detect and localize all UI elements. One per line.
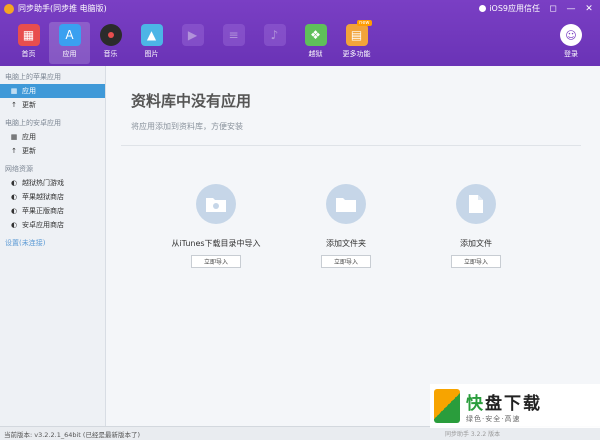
store-icon: ◐ bbox=[10, 221, 18, 229]
nav-pictures-label: 图片 bbox=[144, 50, 159, 58]
nav-apps-label: 应用 bbox=[62, 50, 77, 58]
file-icon bbox=[456, 184, 496, 224]
watermark-text: 快盘下载 绿色·安全·高速 bbox=[466, 389, 542, 424]
itunes-folder-icon bbox=[196, 184, 236, 224]
page-subtitle: 将应用添加到资料库，方便安装 bbox=[131, 122, 243, 131]
window-title: 同步助手(同步推 电脑版) bbox=[4, 3, 107, 14]
sidebar-item-android-apps[interactable]: ▦ 应用 bbox=[0, 130, 105, 144]
add-file-action: 添加文件 立即导入 bbox=[416, 184, 536, 268]
ios9-trust-link[interactable]: iOS9应用信任 bbox=[479, 3, 540, 14]
watermark-sub: 绿色·安全·高速 bbox=[466, 414, 521, 423]
version-text: 当前版本: v3.2.2.1_64bit (已经是最新版本了) bbox=[4, 430, 140, 439]
add-folder-action: 添加文件夹 立即导入 bbox=[286, 184, 406, 268]
sidebar-section-pc-apple: 电脑上的苹果应用 bbox=[5, 73, 61, 81]
login-label: 登录 bbox=[564, 50, 578, 58]
info-icon bbox=[479, 5, 487, 12]
nav-jailbreak[interactable]: ❖ 越狱 bbox=[295, 22, 336, 64]
status-bar: 当前版本: v3.2.2.1_64bit (已经是最新版本了) 同步助手 3.2… bbox=[0, 426, 600, 440]
login-button[interactable]: ☺ 登录 bbox=[560, 24, 582, 59]
sidebar-item-label: 安卓应用商店 bbox=[22, 221, 64, 229]
sidebar-item-label: 苹果越狱商店 bbox=[22, 193, 64, 201]
nav-home[interactable]: ▦ 首页 bbox=[8, 22, 49, 64]
status-center-text: 同步助手 3.2.2 版本 bbox=[445, 431, 501, 438]
nav-more[interactable]: ▤ new 更多功能 bbox=[336, 20, 377, 64]
sidebar-item-android-updates[interactable]: ↑ 更新 bbox=[0, 144, 105, 158]
nav-ringtones[interactable]: ♪ bbox=[254, 22, 295, 64]
divider bbox=[121, 145, 581, 146]
ringtone-icon: ♪ bbox=[263, 24, 286, 46]
nav-more-label: 更多功能 bbox=[342, 50, 371, 58]
nav-video[interactable]: ▶ bbox=[172, 22, 213, 64]
sidebar-item-android-store[interactable]: ◐ 安卓应用商店 bbox=[0, 218, 105, 232]
window-controls: iOS9应用信任 ◻ — ✕ bbox=[479, 3, 594, 14]
book-icon: ≡ bbox=[222, 24, 245, 46]
watermark-main-b: 盘下载 bbox=[485, 393, 542, 414]
sidebar-settings-link[interactable]: 设置(未连接) bbox=[0, 232, 105, 250]
nav-jailbreak-label: 越狱 bbox=[308, 50, 323, 58]
sidebar: 电脑上的苹果应用 ▦ 应用 ↑ 更新 电脑上的安卓应用 ▦ 应用 ↑ 更新 网络… bbox=[0, 66, 106, 426]
sidebar-item-official-store[interactable]: ◐ 苹果正版商店 bbox=[0, 204, 105, 218]
nav-apps[interactable]: A 应用 bbox=[49, 22, 90, 64]
sidebar-item-jailbreak-store[interactable]: ◐ 苹果越狱商店 bbox=[0, 190, 105, 204]
arrow-up-icon: ↑ bbox=[11, 147, 17, 155]
window-title-text: 同步助手(同步推 电脑版) bbox=[18, 4, 107, 13]
sidebar-item-apple-updates[interactable]: ↑ 更新 bbox=[0, 98, 105, 112]
sidebar-item-label: 越狱热门游戏 bbox=[22, 179, 64, 187]
watermark: 快盘下载 绿色·安全·高速 bbox=[430, 384, 600, 428]
grid-icon: ▦ bbox=[10, 133, 18, 141]
nav-home-label: 首页 bbox=[21, 50, 36, 58]
close-button[interactable]: ✕ bbox=[584, 4, 594, 14]
minimize-button[interactable]: — bbox=[566, 4, 576, 14]
grid-icon: ▦ bbox=[10, 87, 18, 95]
watermark-main-a: 快 bbox=[466, 393, 485, 414]
app-store-icon: A bbox=[58, 24, 81, 46]
picture-icon: ▲ bbox=[140, 24, 163, 46]
import-itunes-action: 从iTunes下载目录中导入 立即导入 bbox=[156, 184, 276, 268]
ios9-trust-label: iOS9应用信任 bbox=[489, 4, 540, 13]
title-bar: 同步助手(同步推 电脑版) iOS9应用信任 ◻ — ✕ ▦ 首页 A 应用 音… bbox=[0, 0, 600, 66]
arrow-up-icon: ↑ bbox=[11, 101, 17, 109]
page-title: 资料库中没有应用 bbox=[131, 92, 252, 110]
add-folder-button[interactable]: 立即导入 bbox=[321, 255, 371, 268]
nav-music-label: 音乐 bbox=[103, 50, 118, 58]
import-itunes-label: 从iTunes下载目录中导入 bbox=[171, 239, 261, 248]
watermark-logo-icon bbox=[434, 389, 460, 423]
more-features-icon: ▤ new bbox=[345, 20, 372, 46]
app-logo-icon bbox=[4, 3, 14, 14]
nav-books[interactable]: ≡ bbox=[213, 22, 254, 64]
new-badge: new bbox=[357, 20, 372, 26]
nav-pictures[interactable]: ▲ 图片 bbox=[131, 22, 172, 64]
sidebar-section-pc-android: 电脑上的安卓应用 bbox=[5, 119, 61, 127]
store-icon: ◐ bbox=[10, 193, 18, 201]
video-icon: ▶ bbox=[181, 24, 204, 46]
main-content: 资料库中没有应用 将应用添加到资料库，方便安装 从iTunes下载目录中导入 立… bbox=[106, 66, 600, 426]
user-icon: ☺ bbox=[560, 24, 582, 46]
store-icon: ◐ bbox=[10, 179, 18, 187]
import-itunes-button[interactable]: 立即导入 bbox=[191, 255, 241, 268]
add-folder-label: 添加文件夹 bbox=[326, 239, 366, 248]
watermark-main: 快盘下载 bbox=[466, 389, 542, 414]
add-file-label: 添加文件 bbox=[460, 239, 492, 248]
sidebar-section-network: 网络资源 bbox=[5, 165, 33, 173]
sidebar-item-label: 更新 bbox=[22, 147, 36, 155]
sidebar-item-label: 应用 bbox=[22, 133, 36, 141]
vinyl-record-icon bbox=[99, 24, 122, 46]
add-file-button[interactable]: 立即导入 bbox=[451, 255, 501, 268]
folder-icon bbox=[326, 184, 366, 224]
restore-button[interactable]: ◻ bbox=[548, 4, 558, 14]
sidebar-item-label: 苹果正版商店 bbox=[22, 207, 64, 215]
sidebar-item-apple-apps[interactable]: ▦ 应用 bbox=[0, 84, 105, 98]
store-icon: ◐ bbox=[10, 207, 18, 215]
nav-music[interactable]: 音乐 bbox=[90, 22, 131, 64]
store-icon: ▦ bbox=[17, 24, 40, 46]
sidebar-item-jailbreak-games[interactable]: ◐ 越狱热门游戏 bbox=[0, 176, 105, 190]
sidebar-item-label: 应用 bbox=[22, 87, 36, 95]
jailbreak-icon: ❖ bbox=[304, 24, 327, 46]
main-nav: ▦ 首页 A 应用 音乐 ▲ 图片 ▶ ≡ ♪ ❖ 越狱 ▤ new 更多功能 bbox=[8, 20, 377, 64]
sidebar-item-label: 更新 bbox=[22, 101, 36, 109]
